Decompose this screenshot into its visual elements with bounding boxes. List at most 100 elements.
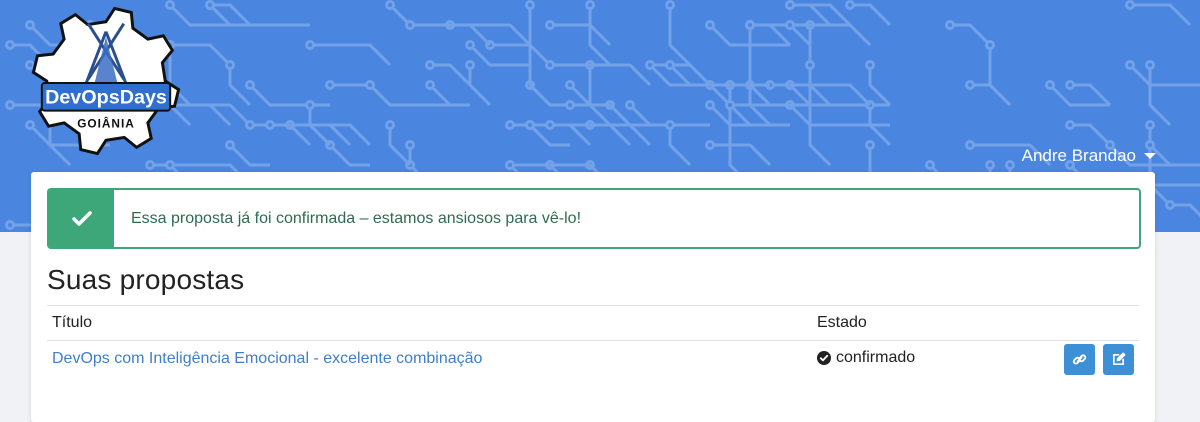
circuit-node bbox=[665, 0, 675, 10]
circuit-node bbox=[325, 80, 335, 90]
proposal-actions-cell bbox=[1049, 341, 1139, 378]
circuit-trace bbox=[588, 65, 612, 127]
table-header-row: Título Estado bbox=[47, 305, 1139, 341]
circuit-trace bbox=[668, 125, 692, 167]
circuit-node bbox=[665, 120, 675, 130]
status-text: confirmado bbox=[836, 348, 916, 366]
logo-subtitle: GOIÂNIA bbox=[77, 115, 135, 130]
circuit-node bbox=[965, 140, 975, 150]
circuit-trace bbox=[788, 103, 890, 127]
circuit-node bbox=[305, 40, 315, 50]
circuit-node bbox=[845, 0, 855, 10]
status-badge: confirmado bbox=[817, 349, 915, 367]
circuit-node bbox=[1065, 120, 1075, 130]
circuit-trace bbox=[550, 23, 612, 47]
circuit-trace bbox=[748, 25, 772, 127]
circuit-node bbox=[785, 20, 795, 30]
circuit-node bbox=[465, 40, 475, 50]
circuit-node bbox=[865, 140, 875, 150]
circuit-trace bbox=[850, 3, 892, 27]
circuit-trace bbox=[468, 43, 530, 67]
circuit-trace bbox=[490, 43, 552, 67]
circuit-node bbox=[705, 20, 715, 30]
circuit-trace bbox=[310, 43, 392, 67]
circuit-trace bbox=[750, 23, 792, 47]
circuit-trace bbox=[550, 63, 652, 87]
circuit-node bbox=[525, 0, 535, 10]
circuit-node bbox=[1005, 160, 1015, 170]
circuit-node bbox=[665, 60, 675, 70]
circuit-node bbox=[425, 80, 435, 90]
link-icon bbox=[1072, 353, 1086, 365]
circuit-node bbox=[1165, 200, 1175, 210]
circuit-node bbox=[165, 160, 175, 170]
circuit-node bbox=[405, 140, 415, 150]
circuit-node bbox=[965, 80, 975, 90]
circuit-trace bbox=[1130, 3, 1192, 27]
circuit-trace bbox=[868, 65, 892, 107]
circuit-trace bbox=[1128, 63, 1200, 87]
circuit-trace bbox=[270, 123, 352, 147]
circuit-trace bbox=[668, 63, 770, 87]
circuit-node bbox=[925, 160, 935, 170]
circuit-trace bbox=[208, 3, 310, 27]
circuit-node bbox=[505, 120, 515, 130]
circuit-node bbox=[985, 160, 995, 170]
circuit-trace bbox=[228, 143, 270, 167]
circuit-node bbox=[5, 100, 15, 110]
success-alert: Essa proposta já foi confirmada – estamo… bbox=[47, 188, 1141, 249]
alert-icon-box bbox=[49, 190, 114, 247]
circuit-node bbox=[945, 20, 955, 30]
check-icon bbox=[71, 210, 92, 226]
circuit-node bbox=[725, 100, 735, 110]
circuit-node bbox=[1045, 80, 1055, 90]
circuit-node bbox=[385, 0, 395, 10]
circuit-node bbox=[5, 40, 15, 50]
circuit-trace bbox=[468, 65, 492, 107]
circuit-node bbox=[545, 20, 555, 30]
circuit-trace bbox=[1070, 123, 1112, 147]
page-title: Suas propostas bbox=[47, 264, 245, 295]
user-name: Andre Brandao bbox=[1021, 146, 1136, 165]
circuit-node bbox=[705, 140, 715, 150]
circuit-node bbox=[545, 60, 555, 70]
circuit-trace bbox=[428, 83, 470, 107]
circuit-trace bbox=[668, 5, 692, 67]
circuit-node bbox=[505, 160, 515, 170]
circuit-node bbox=[225, 140, 235, 150]
devopsdays-logo[interactable]: DevOpsDays GOIÂNIA bbox=[27, 2, 185, 160]
circuit-node bbox=[745, 20, 755, 30]
circuit-trace bbox=[248, 83, 330, 107]
circuit-trace bbox=[970, 83, 1012, 107]
circuit-node bbox=[365, 80, 375, 90]
circuit-trace bbox=[1150, 183, 1200, 187]
circuit-node bbox=[225, 60, 235, 70]
column-header-title: Título bbox=[47, 305, 812, 341]
circuit-trace bbox=[590, 123, 632, 147]
circuit-node bbox=[1125, 0, 1135, 10]
link-button[interactable] bbox=[1063, 343, 1095, 375]
circuit-trace bbox=[628, 103, 670, 127]
content-panel: Essa proposta já foi confirmada – estamo… bbox=[31, 172, 1155, 422]
proposal-title-link[interactable]: DevOps com Inteligência Emocional - exce… bbox=[52, 350, 482, 367]
circuit-node bbox=[785, 0, 795, 10]
circuit-node bbox=[985, 40, 995, 50]
circuit-node bbox=[245, 80, 255, 90]
circuit-node bbox=[1125, 60, 1135, 70]
circuit-node bbox=[405, 20, 415, 30]
column-header-status: Estado bbox=[812, 305, 1049, 341]
proposal-status-cell: confirmado bbox=[812, 341, 1049, 378]
circuit-node bbox=[465, 60, 475, 70]
proposals-table: Título Estado DevOps com Inteligência Em… bbox=[47, 305, 1139, 377]
check-circle-icon bbox=[817, 350, 831, 365]
circuit-trace bbox=[950, 23, 992, 47]
circuit-node bbox=[265, 120, 275, 130]
edit-button[interactable] bbox=[1103, 343, 1134, 375]
circuit-node bbox=[145, 160, 155, 170]
circuit-node bbox=[645, 60, 655, 70]
circuit-node bbox=[5, 220, 15, 230]
circuit-trace bbox=[550, 123, 652, 147]
user-menu[interactable]: Andre Brandao bbox=[1022, 146, 1156, 166]
circuit-trace bbox=[210, 3, 252, 27]
circuit-node bbox=[565, 80, 575, 90]
